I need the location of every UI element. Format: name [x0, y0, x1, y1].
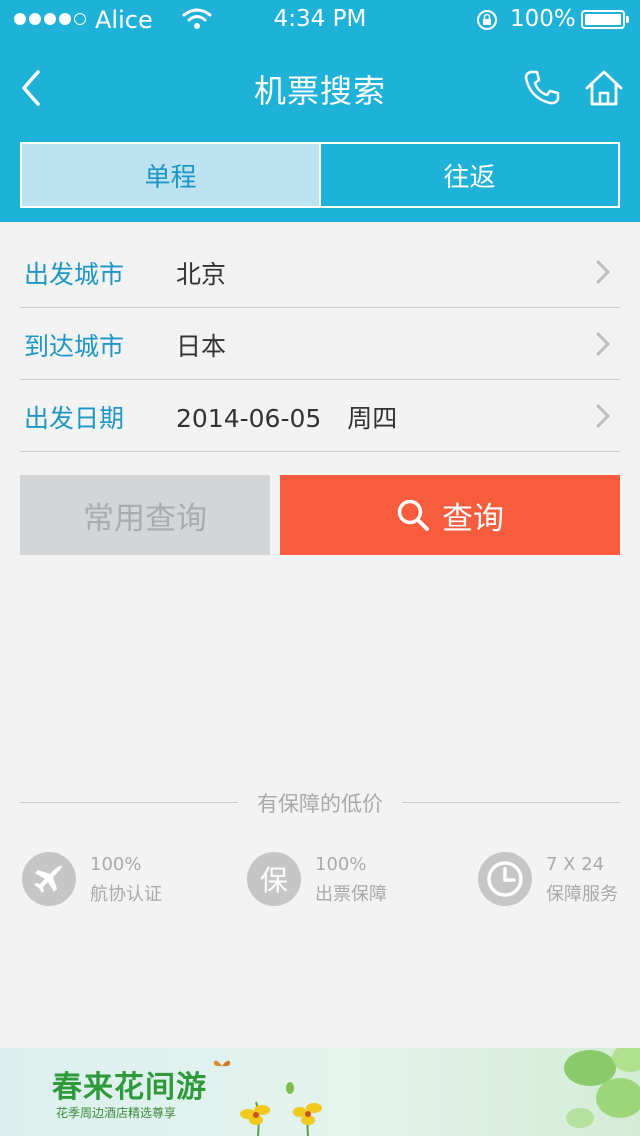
departure-city-row[interactable]: 出发城市 北京	[20, 236, 620, 308]
divider	[402, 802, 620, 803]
clock-icon	[478, 852, 532, 906]
home-icon[interactable]	[584, 68, 624, 108]
chevron-right-icon	[596, 404, 610, 428]
guarantee-item-certified: 100% 航协认证	[22, 852, 182, 912]
guarantee-item-bottom: 出票保障	[315, 884, 387, 905]
arrival-city-value: 日本	[176, 332, 227, 361]
banner-title: 春来花间游	[52, 1070, 207, 1105]
header: Alice 4:34 PM 100% 机票搜索 单程 往返	[0, 0, 640, 222]
flowers-icon	[240, 1082, 322, 1136]
banner-subtitle: 花季周边酒店精选尊享	[56, 1106, 177, 1120]
guarantee-item-top: 100%	[90, 854, 142, 875]
badge-text: 保	[259, 864, 288, 897]
nav-bar: 机票搜索	[0, 40, 640, 136]
flight-search-form: 出发城市 北京 到达城市 日本 出发日期 2014-06-05 周四	[20, 236, 620, 452]
status-bar: Alice 4:34 PM 100%	[0, 0, 640, 40]
search-icon	[397, 499, 429, 531]
chevron-right-icon	[596, 260, 610, 284]
airplane-icon	[22, 852, 76, 906]
departure-date-value: 2014-06-05 周四	[176, 399, 397, 435]
butterfly-icon	[213, 1060, 231, 1067]
guarantee-item-bottom: 航协认证	[90, 884, 162, 905]
guarantee-item-top: 100%	[315, 854, 367, 875]
guarantee-item-ticketing: 保 100% 出票保障	[247, 852, 407, 912]
departure-city-value: 北京	[176, 260, 227, 289]
common-query-label: 常用查询	[83, 500, 207, 537]
tab-one-way[interactable]: 单程	[22, 144, 319, 206]
departure-city-label: 出发城市	[24, 260, 125, 289]
battery-percentage: 100%	[510, 6, 576, 32]
departure-date-row[interactable]: 出发日期 2014-06-05 周四	[20, 380, 620, 452]
trip-type-segmented-control: 单程 往返	[20, 142, 620, 208]
search-label: 查询	[442, 500, 504, 537]
chevron-right-icon	[596, 332, 610, 356]
tab-round-trip[interactable]: 往返	[319, 144, 618, 206]
guarantee-badge-icon: 保	[247, 852, 301, 906]
battery-icon	[581, 10, 629, 29]
guarantee-title: 有保障的低价	[257, 792, 383, 816]
date-text: 2014-06-05	[176, 404, 322, 433]
search-button[interactable]: 查询	[280, 475, 620, 555]
weekday-text: 周四	[347, 404, 398, 433]
phone-icon[interactable]	[522, 68, 562, 108]
common-query-button[interactable]: 常用查询	[20, 475, 270, 555]
departure-date-label: 出发日期	[24, 404, 125, 433]
arrival-city-row[interactable]: 到达城市 日本	[20, 308, 620, 380]
promo-banner[interactable]: 春来花间游 花季周边酒店精选尊享	[0, 1048, 640, 1136]
leaves-icon	[564, 1048, 640, 1128]
guarantee-item-bottom: 保障服务	[546, 884, 618, 905]
rotation-lock-icon	[477, 10, 497, 30]
arrival-city-label: 到达城市	[24, 332, 125, 361]
guarantee-item-service: 7 X 24 保障服务	[478, 852, 628, 912]
guarantee-section-header: 有保障的低价	[20, 788, 620, 818]
guarantee-item-top: 7 X 24	[546, 854, 605, 875]
